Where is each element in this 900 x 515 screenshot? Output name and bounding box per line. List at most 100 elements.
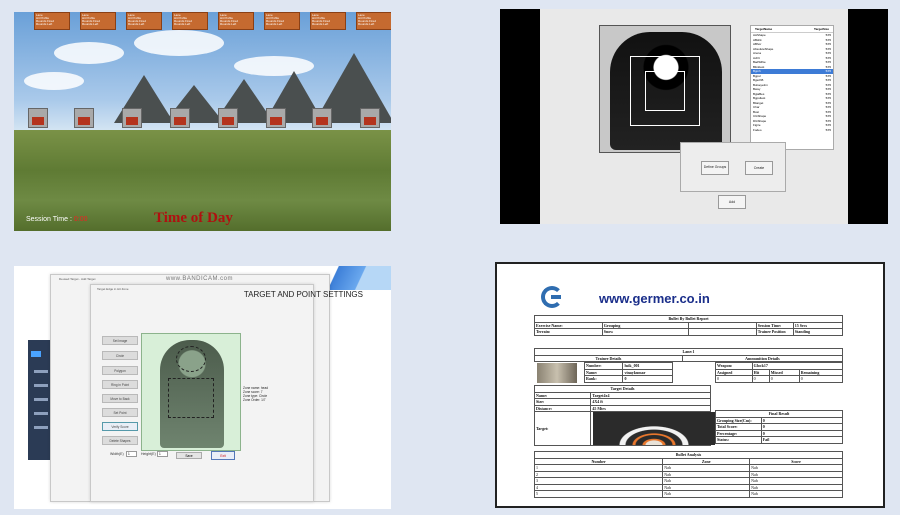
ammunition-details-heading: Ammunition Details (681, 354, 844, 362)
trainee-photo (537, 363, 577, 383)
hit-value: 0 (751, 375, 770, 383)
trainee-position-label: Trainee Position (755, 328, 794, 336)
create-button[interactable]: Create (745, 161, 773, 175)
sidebar-item[interactable] (34, 370, 48, 373)
lane-hud-bar: Lane Hit Profile Rounds Fired Rounds Lef… (34, 12, 391, 30)
sidebar-selected-icon[interactable] (31, 351, 41, 357)
session-time: Session Time : 0:00 (26, 216, 88, 223)
add-button[interactable]: Add (718, 195, 746, 209)
target-size-cell: 5X5 (825, 127, 831, 132)
sidebar-item[interactable] (34, 384, 48, 387)
range-target[interactable] (360, 108, 380, 128)
range-target[interactable] (266, 108, 286, 128)
range-target[interactable] (218, 108, 238, 128)
header-target-size: TargetSize (814, 27, 829, 31)
lane-hud-box: Lane Hit Profile Rounds Fired Rounds Lef… (34, 12, 70, 30)
target-panel: TargetName TargetSize AAShape 5X5 ABshk 5X5… (540, 9, 848, 224)
lane-section: Lane:1 Trainee Details Ammunition Detail… (534, 348, 844, 362)
session-time-label: Session Time : (26, 216, 72, 223)
zone-note: Zone Order: 1/7 (243, 398, 266, 402)
lane-hud-box: Lane Hit Profile Rounds Fired Rounds Lef… (172, 12, 208, 30)
shooting-range-game: Lane Hit Profile Rounds Fired Rounds Lef… (14, 12, 391, 231)
zone-outline (645, 71, 685, 111)
table-row: 5 Nah Nah (533, 490, 843, 498)
define-groups-button[interactable]: Define Groups (701, 161, 729, 175)
time-of-day-label: Time of Day (154, 210, 233, 226)
remaining-value: 0 (798, 375, 844, 383)
circle-button[interactable]: Circle (102, 351, 138, 360)
target-label: Target: (533, 411, 592, 446)
sidebar-item[interactable] (34, 412, 48, 415)
range-target[interactable] (312, 108, 332, 128)
lane-hud-box: Lane Hit Profile Rounds Fired Rounds Lef… (310, 12, 346, 30)
cloud (24, 72, 84, 90)
terrain: Snow (601, 328, 689, 336)
site-url[interactable]: www.germer.co.in (599, 291, 710, 306)
target-preview (599, 25, 731, 153)
sidebar-item[interactable] (34, 426, 48, 429)
group-actions-box: Define Groups Create (680, 142, 786, 192)
target-list-header: TargetName TargetSize (751, 26, 833, 33)
page-title: TARGET AND POINT SETTINGS (243, 290, 363, 299)
cloud (54, 42, 124, 64)
range-target[interactable] (74, 108, 94, 128)
width-input[interactable]: 1 (126, 451, 137, 457)
target-list-item[interactable]: Fodeo 5X5 (751, 128, 833, 133)
lane-hud-box: Lane Hit Profile Rounds Fired Rounds Lef… (356, 12, 391, 30)
lane-hud-box: Lane Hit Profile Rounds Fired Rounds Lef… (218, 12, 254, 30)
target-point-settings-screen: Deused Target - Add Target Target Edge i… (14, 266, 391, 509)
move-to-back-button[interactable]: Move to Back (102, 394, 138, 403)
bullet-analysis-rows: 1 Nah Nah 2 Nah Nah 3 Nah Nah 4 Nah Nah 5 Nah Nah (533, 464, 843, 498)
final-result: Final Result Grouping Size(Cm): 0 Total S… (715, 410, 844, 444)
assigned-value: 0 (715, 375, 753, 383)
terrain-label: Terrain: (534, 328, 603, 336)
set-image-button[interactable]: Set Image (102, 336, 138, 345)
range-target[interactable] (122, 108, 142, 128)
body-zone[interactable] (168, 378, 214, 418)
height-input[interactable]: 1 (157, 451, 168, 457)
table-cell: Nah (749, 490, 843, 498)
range-target[interactable] (28, 108, 48, 128)
report-header: Bullet By Bullet Report Exercise Name: G… (534, 315, 844, 336)
bandicam-watermark: www.BANDICAM.com (166, 276, 234, 282)
result-value: Fail (760, 436, 844, 444)
session-time-value: 0:00 (73, 216, 88, 223)
zone-notes: Zone name: head Zone score: 7 Zone type:… (243, 386, 268, 402)
rank-label: Rank: (583, 375, 624, 383)
delete-shapes-button[interactable]: Delete Shapes (102, 436, 138, 445)
result-label: Status: (715, 436, 762, 444)
trainee-details-heading: Trainee Details (534, 354, 683, 362)
lane-hud-box: Lane Hit Profile Rounds Fired Rounds Lef… (80, 12, 116, 30)
height-label: Height(E) (141, 452, 156, 456)
exit-button[interactable]: Exit (211, 451, 235, 460)
ring-in-point-button[interactable]: Ring in Point (102, 380, 138, 389)
target-selection-screen: TargetName TargetSize AAShape 5X5 ABshk 5X5… (500, 9, 888, 224)
sidebar-item[interactable] (34, 398, 48, 401)
target-name-cell: Fodeo (753, 127, 762, 132)
target-canvas[interactable] (141, 333, 241, 451)
polygon-button[interactable]: Polygon (102, 366, 138, 375)
bullet-analysis: Bullet Analysis Number Zone Score 1 Nah Na… (533, 451, 843, 498)
cloud (134, 30, 224, 56)
target-list[interactable]: TargetName TargetSize AAShape 5X5 ABshk 5X5… (750, 25, 834, 150)
table-cell: Nah (662, 490, 751, 498)
verify-score-button[interactable]: Verify Score (102, 422, 138, 431)
trainee-rank: 0 (622, 375, 673, 383)
table-cell: 5 (533, 490, 664, 498)
trainee-position: Standing (792, 328, 844, 336)
missed-value: 0 (768, 375, 800, 383)
germer-logo-icon (541, 286, 563, 308)
save-button[interactable]: Save (176, 452, 202, 459)
lane-hud-box: Lane Hit Profile Rounds Fired Rounds Lef… (264, 12, 300, 30)
bullet-report: www.germer.co.in Bullet By Bullet Report… (495, 262, 885, 508)
width-label: Width(E) (110, 452, 124, 456)
trainee-details: Number: hsik_001 Name: vinaykumar Rank: 0 (583, 362, 673, 383)
header-target-name: TargetName (755, 27, 773, 31)
set-point-button[interactable]: Set Point (102, 408, 138, 417)
ammunition-details: Weapon: Glock17 Assigned Hit Missed Remai… (715, 362, 844, 383)
head-zone[interactable] (176, 346, 206, 372)
target-list-rows: AAShape 5X5 ABshk 5X5 ABhor 5X5 AbsoluteShape 5… (751, 33, 833, 132)
lane-hud-box: Lane Hit Profile Rounds Fired Rounds Lef… (126, 12, 162, 30)
target-image (593, 412, 715, 445)
range-target[interactable] (170, 108, 190, 128)
